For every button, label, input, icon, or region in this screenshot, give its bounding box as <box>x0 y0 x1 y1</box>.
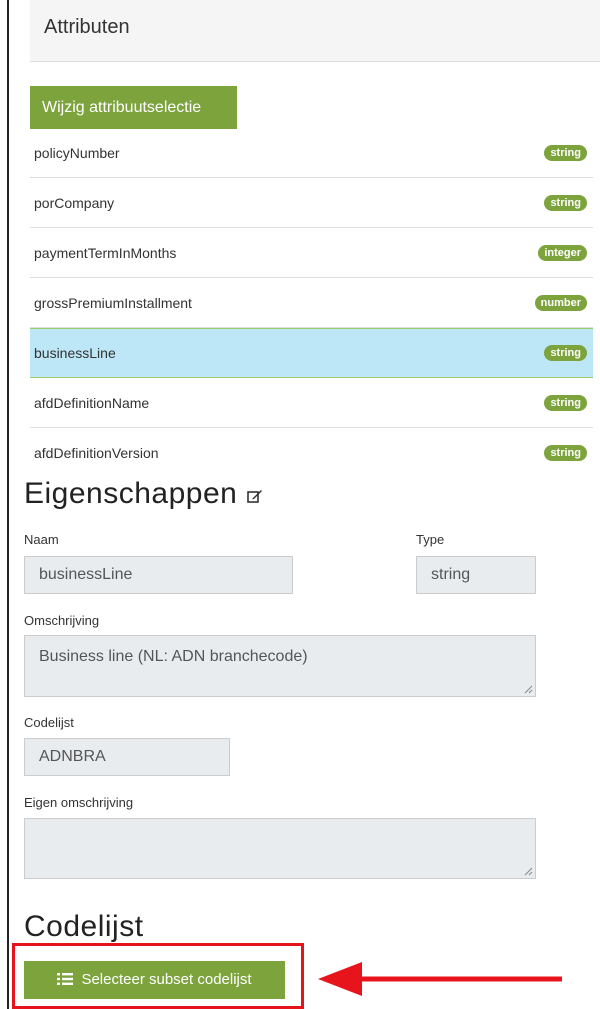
attribute-name: porCompany <box>34 194 115 211</box>
type-label: Type <box>416 532 445 547</box>
attribute-row-porCompany[interactable]: porCompany string <box>30 178 593 228</box>
type-field[interactable]: string <box>416 556 536 594</box>
type-badge: string <box>544 144 587 161</box>
name-label: Naam <box>24 532 59 547</box>
attribute-name: businessLine <box>34 345 116 361</box>
description-value: Business line (NL: ADN branchecode) <box>39 648 308 665</box>
attribute-row-policyNumber[interactable]: policyNumber string <box>30 128 593 178</box>
attribute-row-afdDefinitionVersion[interactable]: afdDefinitionVersion string <box>30 428 593 478</box>
name-field[interactable]: businessLine <box>24 556 293 594</box>
attribute-name: afdDefinitionVersion <box>34 445 159 461</box>
select-subset-codelist-button[interactable]: Selecteer subset codelijst <box>24 961 285 999</box>
type-badge: string <box>544 445 587 461</box>
attribute-list: policyNumber string porCompany string pa… <box>30 128 593 478</box>
select-subset-codelist-label: Selecteer subset codelijst <box>81 971 252 989</box>
type-badge: number <box>534 294 587 311</box>
attribute-name: afdDefinitionName <box>34 394 150 411</box>
attribute-row-grossPremiumInstallment[interactable]: grossPremiumInstallment number <box>30 278 593 328</box>
codelist-label: Codelijst <box>24 715 74 730</box>
attributes-panel-header: Attributen <box>30 0 600 62</box>
change-attribute-selection-button[interactable]: Wijzig attribuutselectie <box>30 86 237 129</box>
red-arrow-icon <box>318 962 562 996</box>
own-description-textarea[interactable] <box>24 818 536 879</box>
description-textarea[interactable]: Business line (NL: ADN branchecode) <box>24 635 536 697</box>
codelist-heading: Codelijst <box>24 910 144 943</box>
edit-icon[interactable] <box>247 478 263 512</box>
resize-grip-icon[interactable] <box>524 867 533 876</box>
list-icon <box>57 972 74 989</box>
own-description-label: Eigen omschrijving <box>24 795 134 810</box>
codelist-field[interactable]: ADNBRA <box>24 738 230 776</box>
type-badge: string <box>544 345 587 361</box>
attribute-name: grossPremiumInstallment <box>34 294 192 311</box>
type-badge: string <box>544 394 587 411</box>
type-badge: string <box>544 194 587 211</box>
attribute-row-paymentTermInMonths[interactable]: paymentTermInMonths integer <box>30 228 593 278</box>
attribute-row-afdDefinitionName[interactable]: afdDefinitionName string <box>30 378 593 428</box>
description-label: Omschrijving <box>24 613 100 628</box>
type-badge: integer <box>538 244 587 261</box>
attribute-name: policyNumber <box>34 144 120 161</box>
attributes-panel-title: Attributen <box>44 16 130 38</box>
attribute-name: paymentTermInMonths <box>34 244 177 261</box>
properties-heading: Eigenschappen <box>24 477 263 512</box>
left-border <box>7 0 9 1009</box>
properties-title: Eigenschappen <box>24 477 238 510</box>
attribute-row-businessLine[interactable]: businessLine string <box>30 328 593 378</box>
resize-grip-icon[interactable] <box>524 685 533 694</box>
